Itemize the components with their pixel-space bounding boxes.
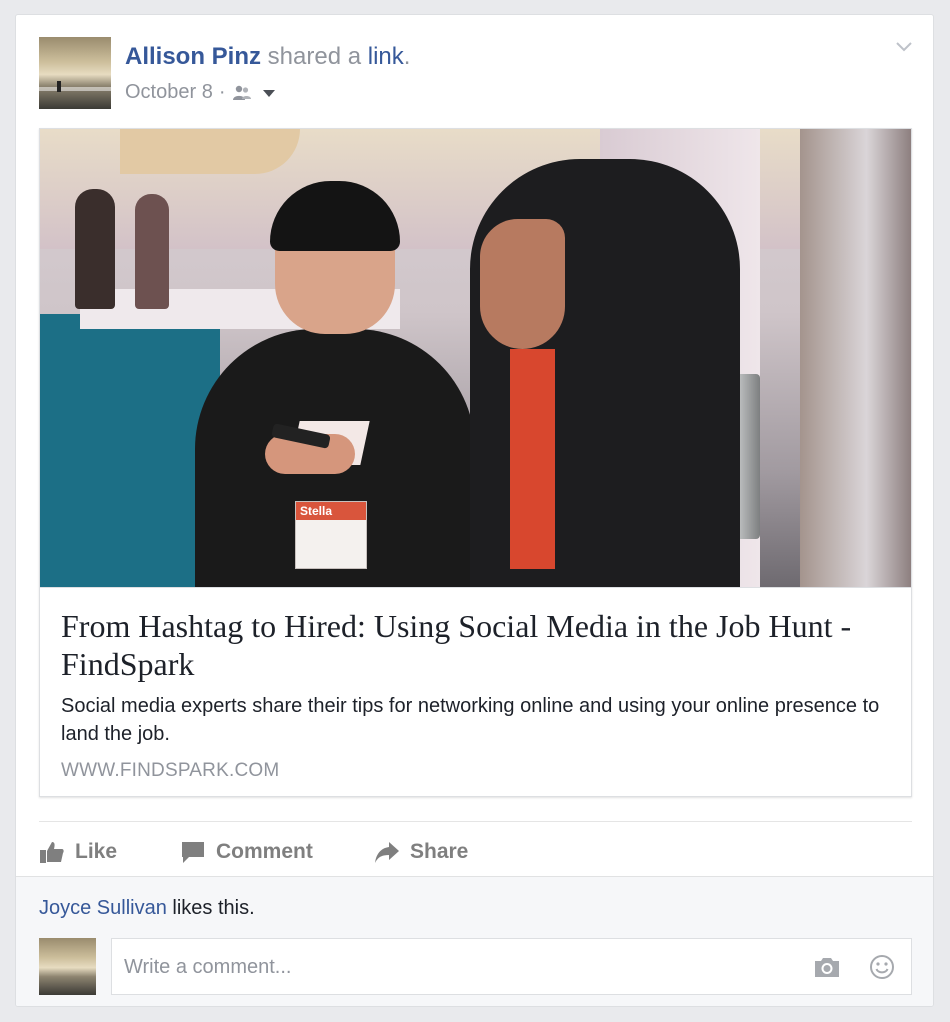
avatar-figure — [57, 81, 61, 92]
share-button[interactable]: Share — [374, 837, 468, 867]
liker-name[interactable]: Joyce Sullivan — [39, 897, 167, 919]
thumbs-up-icon — [40, 842, 64, 863]
post-footer: Joyce Sullivan likes this. — [16, 876, 933, 1006]
link-preview[interactable]: Stella From Hashtag to Hired: Using Soci… — [39, 128, 912, 797]
avatar-sea — [39, 87, 111, 91]
share-label: Share — [410, 840, 469, 863]
header-period: . — [403, 43, 411, 70]
audience-caret-icon[interactable] — [262, 86, 276, 100]
image-stairs — [120, 129, 300, 174]
comment-composer[interactable] — [111, 938, 912, 996]
likes-summary: Joyce Sullivan likes this. — [39, 897, 255, 920]
link-image[interactable]: Stella — [40, 129, 911, 588]
author-name[interactable]: Allison Pinz — [125, 43, 261, 70]
image-person-right-face — [480, 219, 565, 349]
link-title[interactable]: From Hashtag to Hired: Using Social Medi… — [61, 607, 881, 683]
link-description: Social media experts share their tips fo… — [61, 695, 880, 745]
like-button[interactable]: Like — [39, 837, 117, 867]
post-header: Allison Pinz shared a link. — [125, 43, 410, 71]
badge-label: Stella — [296, 502, 366, 520]
likes-suffix: likes this. — [166, 897, 255, 919]
image-background-person-2 — [135, 194, 169, 309]
link-domain: WWW.FINDSPARK.COM — [61, 760, 280, 781]
image-doorway — [800, 129, 911, 587]
comment-button[interactable]: Comment — [180, 837, 313, 867]
share-arrow-icon — [375, 842, 399, 863]
friends-icon[interactable] — [232, 83, 252, 103]
comment-icon — [182, 842, 204, 863]
post-date[interactable]: October 8 — [125, 81, 213, 104]
image-person-right-shirt — [510, 349, 555, 569]
actions-divider — [39, 821, 912, 822]
comment-label: Comment — [216, 840, 313, 863]
image-blue-table — [40, 314, 220, 587]
commenter-avatar-figure — [39, 938, 42, 947]
meta-separator: · — [218, 81, 226, 103]
author-avatar[interactable] — [39, 37, 111, 109]
feed-post: Allison Pinz shared a link. October 8 · — [15, 14, 934, 1007]
action-text: shared a — [261, 43, 368, 70]
comment-input[interactable] — [122, 939, 806, 996]
image-background-person-1 — [75, 189, 115, 309]
object-link[interactable]: link — [368, 43, 404, 70]
commenter-avatar[interactable] — [39, 938, 96, 995]
camera-icon[interactable] — [813, 955, 841, 979]
emoji-icon[interactable] — [869, 954, 895, 980]
image-name-badge: Stella — [295, 501, 367, 569]
post-meta: October 8 · — [125, 81, 276, 104]
chevron-down-icon[interactable] — [895, 41, 913, 53]
like-label: Like — [75, 840, 118, 863]
